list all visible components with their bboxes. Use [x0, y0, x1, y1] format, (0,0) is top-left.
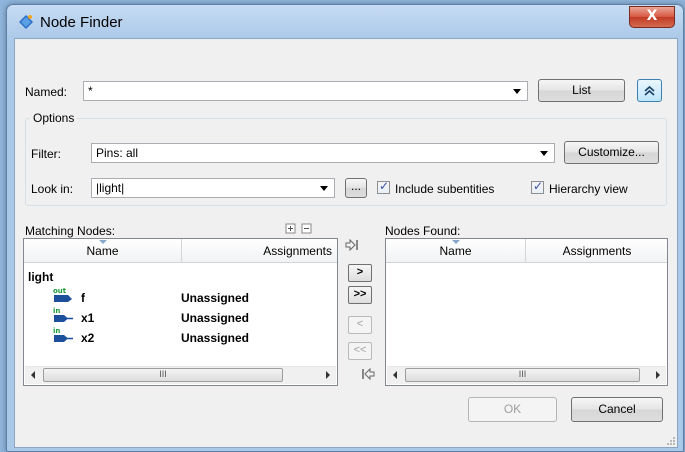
list-button[interactable]: List — [538, 79, 625, 102]
svg-text:in: in — [53, 327, 60, 335]
scroll-grip: III — [518, 369, 527, 379]
svg-text:out: out — [53, 287, 67, 295]
chevron-down-icon[interactable] — [513, 89, 521, 94]
resize-grip-icon[interactable] — [665, 435, 675, 445]
found-assignments-column-header[interactable]: Assignments — [526, 239, 667, 263]
include-subentities-label: Include subentities — [395, 182, 495, 196]
matching-horizontal-scrollbar[interactable]: III — [25, 366, 336, 384]
hierarchy-view-label: Hierarchy view — [549, 182, 628, 196]
remove-all-button[interactable]: << — [348, 342, 372, 360]
node-name: x1 — [81, 311, 95, 325]
node-finder-window: Node Finder X Named: * List Options Filt… — [6, 4, 684, 452]
node-name: f — [81, 291, 85, 305]
close-button[interactable]: X — [629, 6, 675, 28]
cancel-button[interactable]: Cancel — [571, 397, 663, 422]
matching-nodes-label: Matching Nodes: — [25, 224, 116, 238]
move-to-found-icon — [345, 238, 358, 252]
move-to-matching-icon — [362, 367, 375, 381]
scroll-right-icon[interactable] — [656, 371, 660, 379]
scroll-left-icon[interactable] — [393, 371, 397, 379]
filter-label: Filter: — [31, 147, 61, 161]
node-assignment: Unassigned — [181, 331, 250, 345]
scrollbar-thumb[interactable]: III — [405, 368, 640, 382]
nodes-found-label: Nodes Found: — [385, 224, 461, 238]
look-in-label: Look in: — [31, 182, 74, 196]
named-value: * — [88, 84, 93, 98]
add-all-button[interactable]: >> — [348, 286, 372, 304]
look-in-value: |light| — [96, 181, 125, 195]
double-chevron-up-icon — [644, 85, 655, 96]
ok-button[interactable]: OK — [468, 397, 557, 422]
found-horizontal-scrollbar[interactable]: III — [387, 366, 666, 384]
chevron-down-icon[interactable] — [320, 186, 328, 191]
node-assignment: Unassigned — [181, 311, 250, 325]
filter-value: Pins: all — [96, 146, 139, 160]
node-name: x2 — [81, 331, 95, 345]
window-title: Node Finder — [40, 14, 123, 31]
named-combo[interactable]: * — [83, 81, 528, 101]
matching-name-column-header[interactable]: Name — [24, 239, 182, 263]
input-pin-icon: in — [53, 307, 73, 322]
add-selected-button[interactable]: > — [348, 264, 372, 282]
matching-assignments-column-header[interactable]: Assignments — [182, 239, 337, 263]
node-assignment: Unassigned — [181, 291, 250, 305]
chevron-down-icon[interactable] — [540, 151, 548, 156]
remove-selected-button[interactable]: < — [348, 316, 372, 334]
list-item[interactable]: in x2 Unassigned — [24, 327, 337, 351]
include-subentities-checkbox[interactable] — [377, 179, 390, 194]
title-bar[interactable]: Node Finder X — [7, 5, 683, 39]
scroll-right-icon[interactable] — [326, 371, 330, 379]
collapse-options-button[interactable] — [637, 79, 662, 102]
matching-nodes-list[interactable]: Name Assignments light out f Unassigned … — [23, 238, 338, 386]
svg-text:in: in — [53, 307, 60, 315]
scrollbar-thumb[interactable]: III — [43, 368, 283, 382]
look-in-combo[interactable]: |light| — [91, 178, 335, 198]
scroll-grip: III — [159, 369, 167, 379]
browse-button[interactable]: ... — [345, 178, 367, 198]
named-label: Named: — [25, 85, 68, 99]
output-pin-icon: out — [53, 287, 72, 302]
hierarchy-view-checkbox[interactable] — [531, 179, 544, 194]
nodes-found-list[interactable]: Name Assignments III — [385, 238, 668, 386]
expand-collapse-all-icons[interactable] — [285, 223, 315, 235]
found-name-column-header[interactable]: Name — [386, 239, 526, 263]
customize-button[interactable]: Customize... — [564, 141, 659, 164]
filter-combo[interactable]: Pins: all — [91, 143, 555, 163]
input-pin-icon: in — [53, 327, 73, 342]
scroll-left-icon[interactable] — [31, 371, 35, 379]
dialog-body: Named: * List Options Filter: Pins: all … — [14, 38, 678, 448]
node-finder-app-icon — [19, 15, 33, 29]
options-group-title: Options — [30, 111, 78, 125]
tree-root-item[interactable]: light — [28, 270, 53, 290]
